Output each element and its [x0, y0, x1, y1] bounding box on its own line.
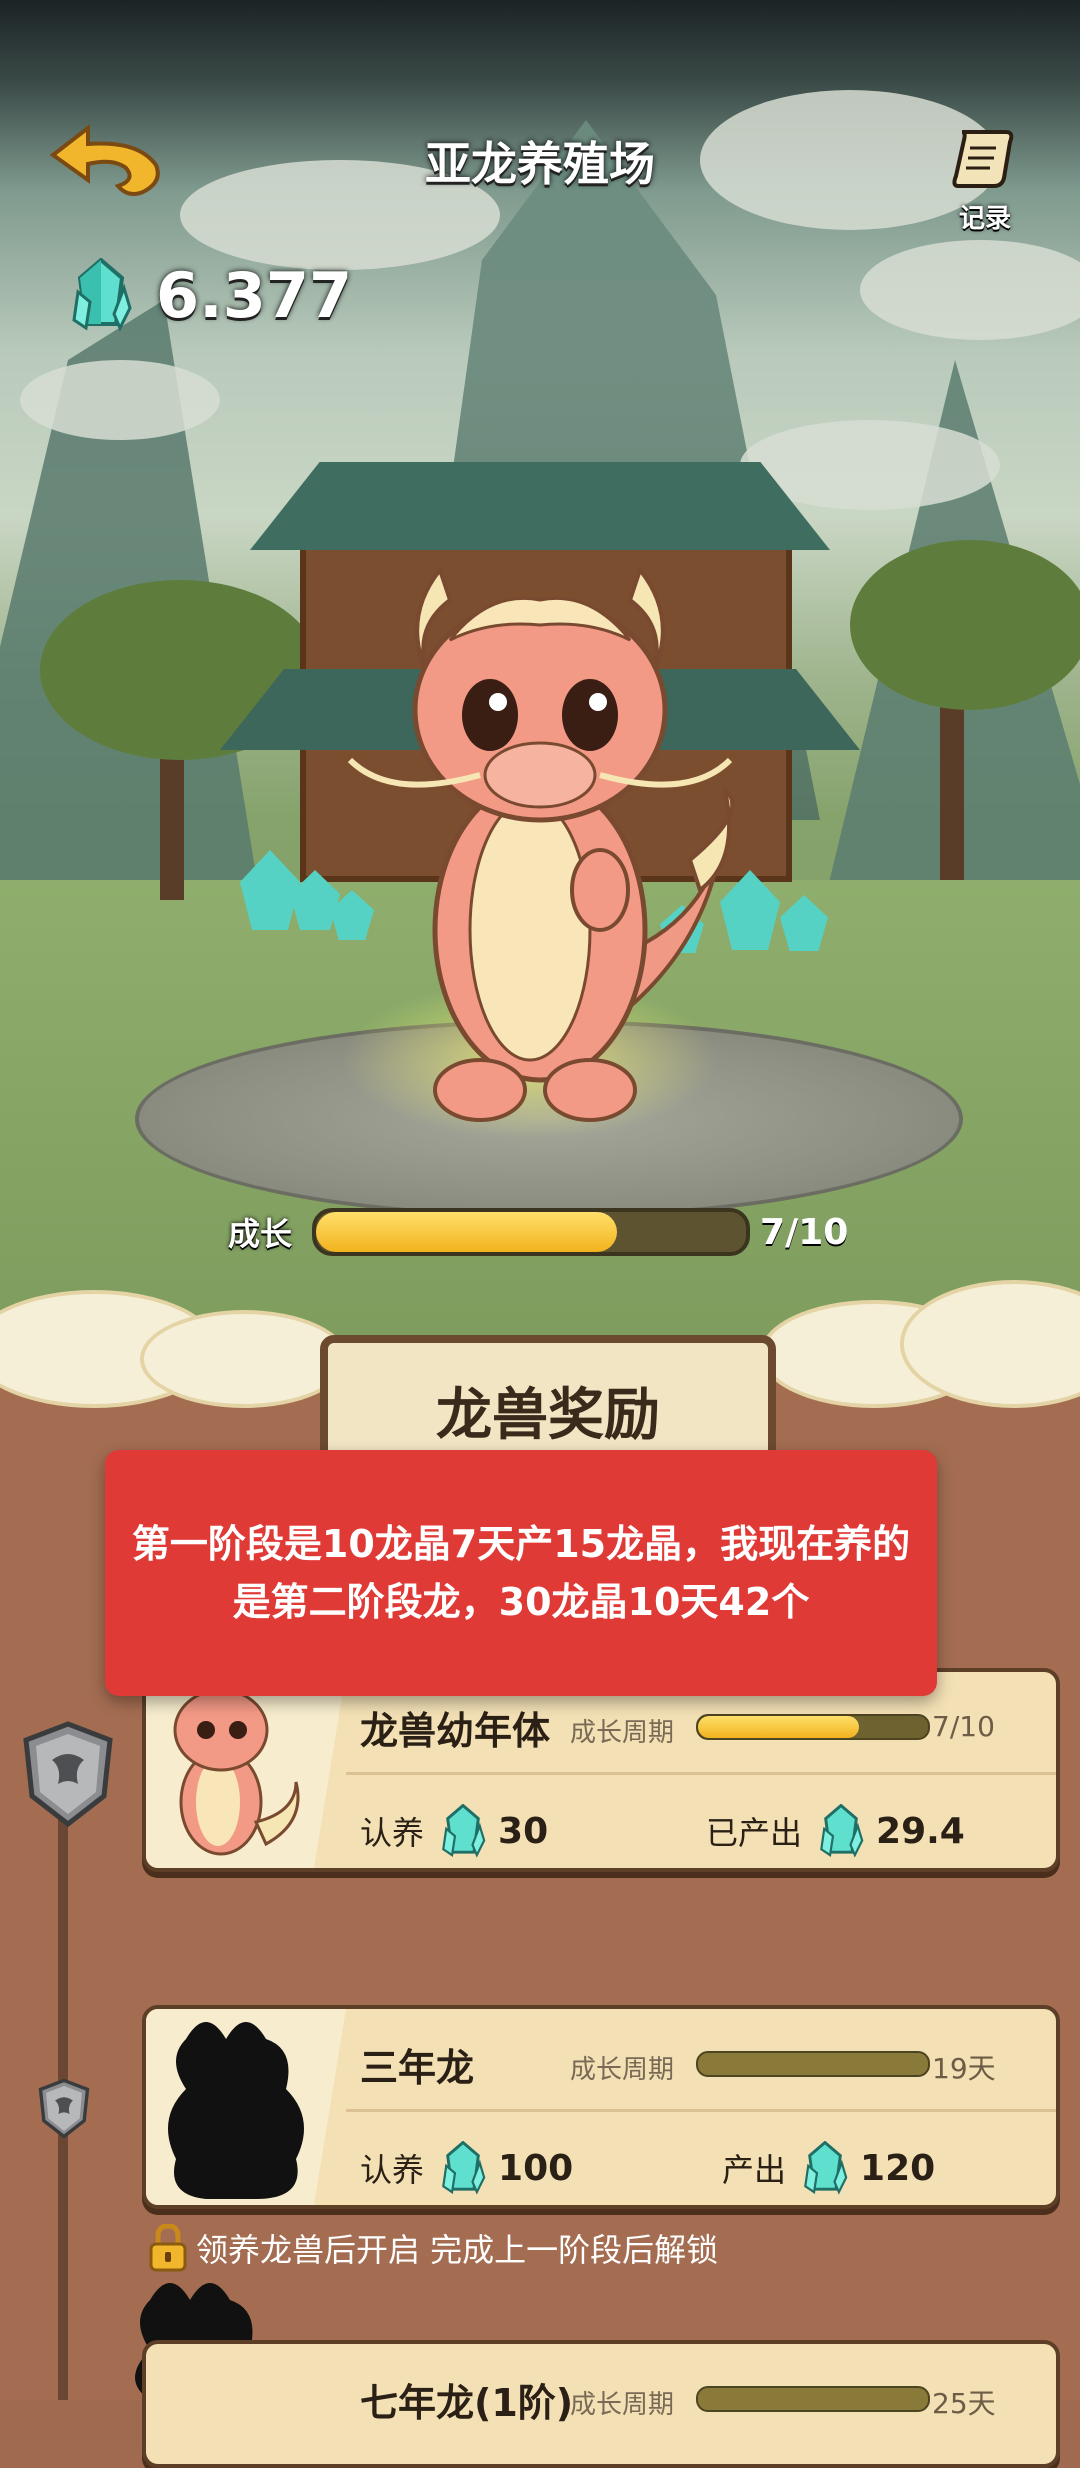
- adopt-label: 认养: [360, 2151, 425, 2189]
- unlock-note-text: 领养龙兽后开启 完成上一阶段后解锁: [196, 2231, 719, 2269]
- growth-progress-bar: [312, 1208, 751, 1256]
- dragon-crystal-icon: [820, 1804, 864, 1858]
- adopt-info: 认养 100: [360, 2141, 573, 2195]
- growth-label: 成长: [228, 1215, 293, 1253]
- toast-text: 第一阶段是10龙晶7天产15龙晶，我现在养的是第二阶段龙，30龙晶10天42个: [131, 1522, 911, 1624]
- growth-progress: 成长 7/10: [228, 1208, 848, 1256]
- cycle-progress-bar: [696, 1714, 930, 1740]
- growth-value: 7/10: [760, 1211, 849, 1253]
- baby-dragon-thumbnail: [173, 1688, 300, 1856]
- tree: [850, 540, 1080, 710]
- cycle-label: 成长周期: [570, 2055, 675, 2085]
- page-title: 亚龙养殖场: [425, 137, 655, 191]
- dragon-farm-scene: [0, 0, 1080, 1360]
- adopt-value: 30: [498, 1810, 549, 1852]
- adopt-label: 认养: [360, 1814, 425, 1852]
- record-button[interactable]: 记录: [940, 122, 1030, 235]
- dragon-crystal-icon: [442, 2141, 486, 2195]
- dragon-shield-icon: [38, 2078, 90, 2139]
- output-label: 已产出: [706, 1814, 803, 1852]
- pink-dragon-illustration: [347, 565, 735, 1122]
- dragon-crystal-icon: [442, 1804, 486, 1858]
- dragon-thumbnail: [146, 1672, 346, 1868]
- lock-icon: [149, 2224, 187, 2272]
- output-label: 产出: [722, 2151, 787, 2189]
- cycle-progress-fill: [698, 1716, 859, 1738]
- cycle-label: 成长周期: [570, 1718, 675, 1748]
- cloud: [860, 240, 1080, 340]
- dragon-crystal-icon: [804, 2141, 848, 2195]
- cycle-progress-bar: [696, 2386, 930, 2412]
- cycle-value: 7/10: [932, 1710, 995, 1743]
- locked-dragon-silhouette: [168, 2022, 304, 2199]
- cloud: [20, 360, 220, 440]
- cycle-value: 25天: [932, 2387, 996, 2420]
- adopt-info: 认养 30: [360, 1804, 548, 1858]
- output-info: 已产出 29.4: [706, 1804, 965, 1858]
- unlock-note: 领养龙兽后开启 完成上一阶段后解锁: [148, 2224, 718, 2272]
- crystal-balance-value: 6.377: [156, 258, 353, 332]
- divider: [346, 2109, 1056, 2112]
- record-label: 记录: [958, 204, 1011, 234]
- dragon-card-baby[interactable]: 龙兽幼年体 成长周期 7/10 认养 30 已产出 29.4: [142, 1668, 1060, 1872]
- cycle-label: 成长周期: [570, 2390, 675, 2420]
- scroll-icon: [952, 130, 1014, 188]
- dragon-card-three-year[interactable]: 三年龙 成长周期 19天 认养 100 产出 120: [142, 2005, 1060, 2209]
- output-info: 产出 120: [722, 2141, 935, 2195]
- dragon-crystal-icon: [72, 258, 132, 332]
- dragon-card-seven-year[interactable]: 七年龙(1阶) 成长周期 25天: [142, 2340, 1060, 2468]
- output-value: 120: [860, 2147, 936, 2189]
- card-name: 龙兽幼年体: [360, 1709, 551, 1753]
- dragon-shield-icon: [23, 1721, 113, 1828]
- adopt-value: 100: [498, 2147, 574, 2189]
- dragon-thumbnail: [146, 2009, 346, 2205]
- growth-progress-fill: [316, 1212, 618, 1252]
- section-title: 龙兽奖励: [436, 1383, 660, 1448]
- cycle-value: 19天: [932, 2052, 996, 2085]
- divider: [346, 1772, 1056, 1775]
- cycle-progress-bar: [696, 2051, 930, 2077]
- crystal-balance: 6.377: [70, 258, 352, 332]
- output-value: 29.4: [876, 1810, 965, 1852]
- card-name: 三年龙: [360, 2046, 475, 2090]
- toast-message: 第一阶段是10龙晶7天产15龙晶，我现在养的是第二阶段龙，30龙晶10天42个: [105, 1450, 937, 1696]
